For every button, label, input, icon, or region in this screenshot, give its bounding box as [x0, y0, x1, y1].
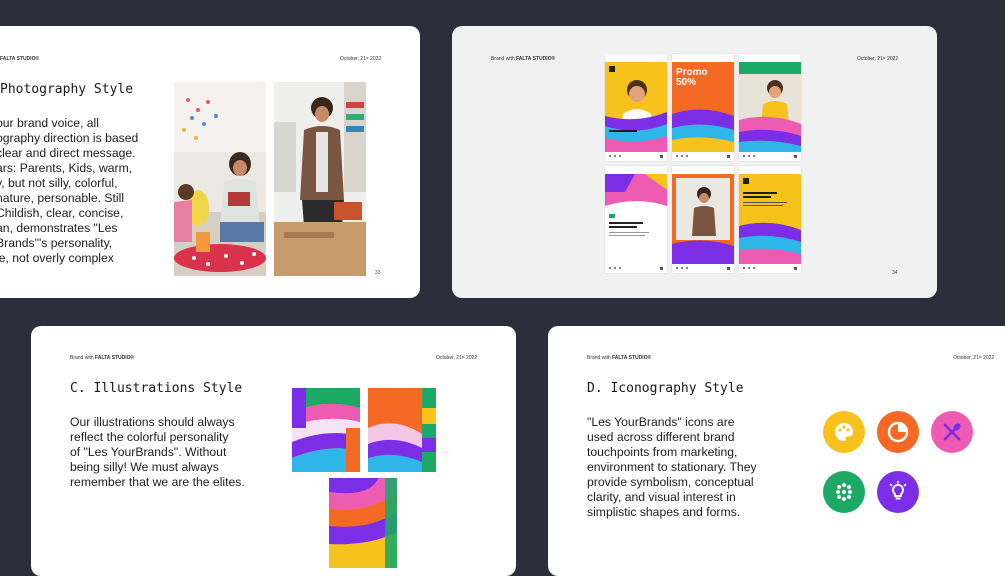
page-number: 34: [892, 270, 898, 276]
illustration-tile-1: [292, 388, 360, 472]
body-line: ography direction is based: [0, 131, 139, 145]
lightbulb-icon: [877, 471, 919, 513]
photo-teacher: [274, 82, 366, 276]
page-number: 33: [375, 270, 381, 276]
body-line: Childish, clear, concise,: [0, 206, 124, 220]
social-post-info: [605, 166, 667, 273]
body-line: nature, personable. Still: [0, 191, 125, 205]
body-line: "Les YourBrands" icons are: [587, 415, 735, 429]
photography-slide: FALTA STUDIO® October, 21ˢᵗ 2022 Photogr…: [0, 26, 420, 298]
social-post-yellow-info: [739, 166, 801, 273]
social-posts-slide: Brand with FALTA STUDIO® October, 21ˢᵗ 2…: [452, 26, 937, 298]
social-post-kid-yellow: [605, 54, 667, 161]
body-line: Our illustrations should always: [70, 415, 235, 429]
body-line: le, not overly complex: [0, 251, 114, 265]
body-line: of "Les YourBrands". Without: [70, 445, 227, 459]
body-line: remember that we are the elites.: [70, 475, 245, 489]
social-post-kid-green: [739, 54, 801, 161]
social-post-teacher: [672, 166, 734, 273]
photo-kids-reading: [174, 82, 266, 276]
illustration-tile-2: [368, 388, 436, 472]
slide-body: "Les YourBrands" icons are used across di…: [587, 415, 757, 520]
slide-body: Our illustrations should always reflect t…: [70, 415, 245, 490]
body-line: an, demonstrates "Les: [0, 221, 118, 235]
brand-credit: Brand with FALTA STUDIO®: [491, 56, 556, 62]
body-line: clear and direct message.: [0, 146, 136, 160]
body-line: being silly! We must always: [70, 460, 219, 474]
body-line: simplistic shapes and forms.: [587, 505, 741, 519]
body-line: clarity, and visual interest in: [587, 490, 736, 504]
body-line: reflect the colorful personality: [70, 430, 229, 444]
utensils-icon: [931, 411, 973, 453]
body-line: environment to stationary. They: [587, 460, 757, 474]
palette-icon: [823, 411, 865, 453]
body-line: used across different brand: [587, 430, 735, 444]
slide-date: October, 21ˢᵗ 2022: [857, 56, 899, 62]
brand-credit: FALTA STUDIO®: [0, 56, 40, 62]
pie-chart-icon: [877, 411, 919, 453]
promo-value: 50%: [676, 77, 697, 88]
illustration-tile-3: [329, 478, 397, 568]
slide-body: our brand voice, all ography direction is…: [0, 116, 138, 266]
body-line: Brands"'s personality,: [0, 236, 113, 250]
body-line: provide symbolism, conceptual: [587, 475, 754, 489]
body-line: y, but not silly, colorful,: [0, 176, 118, 190]
slide-date: October, 21ˢᵗ 2022: [436, 355, 478, 361]
illustrations-slide: Brand with FALTA STUDIO® October, 21ˢᵗ 2…: [31, 326, 516, 576]
slide-date: October, 21ˢᵗ 2022: [340, 56, 382, 62]
social-post-promo: Promo 50%: [672, 54, 734, 161]
slide-title: C. Illustrations Style: [70, 381, 243, 396]
iconography-slide: Brand with FALTA STUDIO® October, 21ˢᵗ 2…: [548, 326, 1005, 576]
brand-credit: Brand with FALTA STUDIO®: [587, 355, 652, 361]
slide-title: Photography Style: [0, 82, 134, 97]
dots-grid-icon: [823, 471, 865, 513]
body-line: ars: Parents, Kids, warm,: [0, 161, 133, 175]
slide-title: D. Iconography Style: [587, 381, 744, 396]
brand-credit: Brand with FALTA STUDIO®: [70, 355, 135, 361]
body-line: our brand voice, all: [0, 116, 99, 130]
slide-date: October, 21ˢᵗ 2022: [953, 355, 995, 361]
body-line: touchpoints from marketing,: [587, 445, 738, 459]
